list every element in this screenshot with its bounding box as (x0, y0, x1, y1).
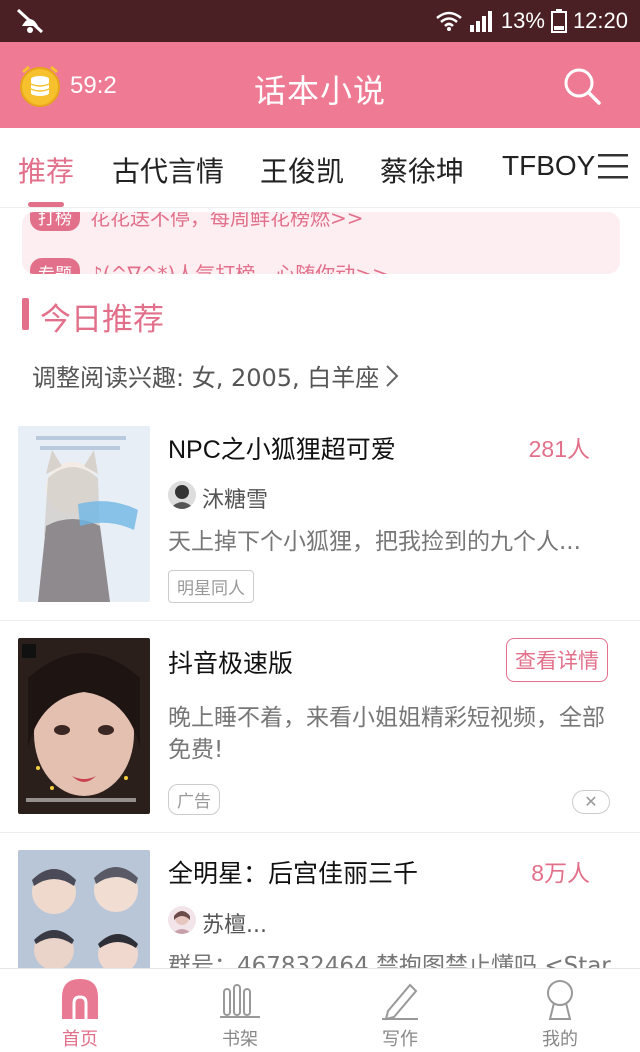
novel-cover-image[interactable] (18, 426, 150, 602)
wifi-icon (436, 11, 462, 31)
novel-title[interactable]: NPC之小狐狸超可爱 (168, 430, 396, 466)
ad-title[interactable]: 抖音极速版 (168, 644, 293, 680)
nav-label: 首页 (62, 1029, 98, 1050)
ad-description: 晚上睡不着，来看小姐姐精彩短视频，全部免费! (168, 705, 605, 763)
banner-row[interactable]: 打榜 花花送不停，每周鲜花榜燃>> (30, 212, 364, 231)
genre-tag[interactable]: 明星同人 (168, 570, 254, 603)
novel-card[interactable]: NPC之小狐狸超可爱 281人 沐糖雪 天上掉下个小狐狸，把我捡到的九个人...… (0, 420, 640, 618)
nav-bookshelf[interactable]: 书架 (180, 977, 300, 1051)
view-details-button[interactable]: 查看详情 (506, 638, 608, 682)
nav-label: 我的 (542, 1029, 578, 1050)
home-icon (62, 979, 98, 1019)
search-icon[interactable] (562, 66, 602, 106)
nav-label: 写作 (382, 1029, 418, 1050)
ad-card[interactable]: 抖音极速版 查看详情 晚上睡不着，来看小姐姐精彩短视频，全部免费! 广告 ✕ (0, 632, 640, 832)
reader-count: 281人 (528, 436, 590, 462)
reading-interest-text: 调整阅读兴趣: 女, 2005, 白羊座 (32, 364, 380, 392)
tab-wang-junkai[interactable]: 王俊凯 (260, 150, 344, 190)
author-avatar (168, 481, 196, 509)
divider (0, 832, 640, 833)
banner-tag: 专题 (30, 258, 80, 274)
app-title: 话本小说 (253, 72, 386, 110)
tab-ancient-romance[interactable]: 古代言情 (112, 150, 224, 190)
section-title: 今日推荐 (40, 302, 164, 338)
ad-cover-image[interactable] (18, 638, 150, 814)
status-bar: 13% 12:20 (0, 0, 640, 42)
section-accent-bar (22, 298, 29, 330)
novel-cover-image[interactable] (18, 850, 150, 968)
ad-label: 广告 (168, 784, 220, 815)
profile-icon (547, 980, 573, 1020)
nav-profile[interactable]: 我的 (500, 977, 620, 1051)
signal-icon (469, 11, 492, 32)
novel-description: 群号：467832464 禁抱图禁止懂吗 <Star (168, 953, 611, 968)
novel-card[interactable]: 全明星：后宫佳丽三千 8万人 苏檀... 群号：467832464 禁抱图禁止懂… (0, 844, 640, 968)
category-tabs: 推荐 古代言情 王俊凯 蔡徐坤 TFBOY (0, 128, 640, 208)
tab-cai-xukun[interactable]: 蔡徐坤 (380, 150, 464, 190)
silent-mode-icon (16, 8, 44, 34)
app-header: 59:2 话本小说 (0, 42, 640, 128)
clock: 12:20 (572, 8, 628, 33)
active-tab-indicator (28, 202, 64, 207)
promo-banner[interactable]: 打榜 花花送不停，每周鲜花榜燃>> 专题 ♪(^∇^*)人气打榜，心随你动>> (22, 212, 620, 274)
menu-icon[interactable] (598, 152, 628, 180)
tab-tfboy[interactable]: TFBOY (502, 150, 595, 182)
pen-icon (382, 983, 418, 1021)
battery-icon (550, 9, 567, 33)
nav-write[interactable]: 写作 (340, 977, 460, 1051)
tab-recommend[interactable]: 推荐 (18, 150, 74, 190)
nav-label: 书架 (222, 1029, 258, 1050)
bottom-navigation: 首页 书架 写作 我的 (0, 968, 640, 1052)
author-name[interactable]: 沐糖雪 (202, 482, 268, 514)
banner-tag: 打榜 (30, 212, 80, 231)
close-ad-button[interactable]: ✕ (572, 790, 610, 814)
novel-title[interactable]: 全明星：后宫佳丽三千 (168, 854, 418, 890)
novel-description: 天上掉下个小狐狸，把我捡到的九个人... (168, 529, 581, 555)
reading-interest-link[interactable]: 调整阅读兴趣: 女, 2005, 白羊座 (32, 358, 399, 393)
banner-text: 花花送不停，每周鲜花榜燃>> (90, 212, 364, 230)
nav-home[interactable]: 首页 (20, 977, 140, 1051)
bookshelf-icon (220, 984, 260, 1018)
reader-count: 8万人 (531, 860, 590, 886)
author-avatar (168, 906, 196, 934)
banner-text: ♪(^∇^*)人气打榜，心随你动>> (90, 262, 389, 274)
divider (0, 620, 640, 621)
chevron-right-icon (386, 364, 399, 387)
battery-percent: 13% (500, 8, 545, 33)
author-name[interactable]: 苏檀... (202, 907, 267, 939)
banner-row[interactable]: 专题 ♪(^∇^*)人气打榜，心随你动>> (30, 258, 389, 274)
